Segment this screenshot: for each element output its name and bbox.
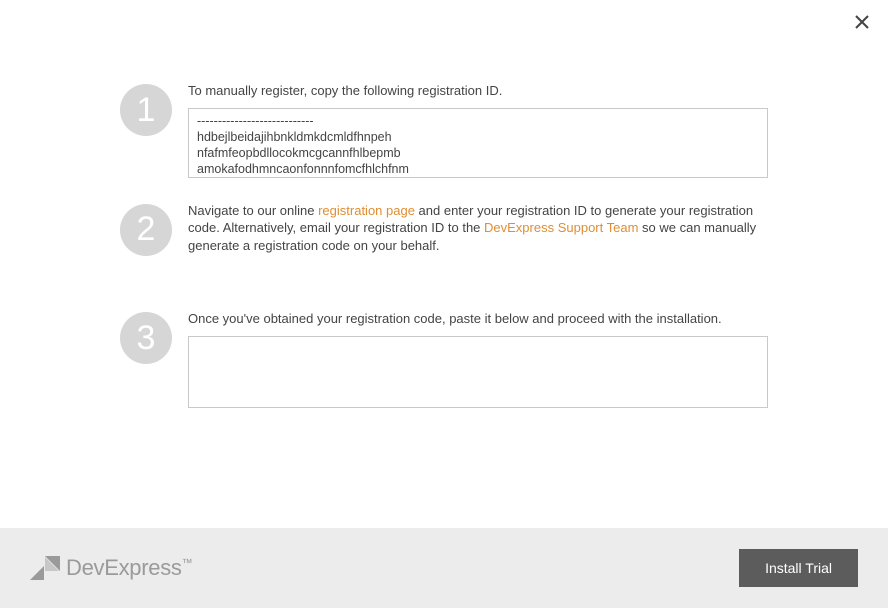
- step-3-label: Once you've obtained your registration c…: [188, 310, 768, 328]
- step-2-text-a: Navigate to our online: [188, 203, 318, 218]
- devexpress-logo: DevExpress™: [30, 555, 192, 581]
- footer: DevExpress™ Install Trial: [0, 528, 888, 608]
- reg-line: hdbejlbeidajihbnkldmkdcmldfhnpeh: [197, 129, 759, 145]
- step-3: 3 Once you've obtained your registration…: [120, 310, 768, 411]
- step-1-label: To manually register, copy the following…: [188, 82, 768, 100]
- step-3-badge: 3: [120, 312, 172, 364]
- logo-text: DevExpress: [66, 555, 182, 580]
- registration-id-box[interactable]: ---------------------------- hdbejlbeida…: [188, 108, 768, 178]
- registration-code-input[interactable]: [188, 336, 768, 408]
- support-team-link[interactable]: DevExpress Support Team: [484, 220, 638, 235]
- close-button[interactable]: [854, 14, 870, 30]
- step-2: 2 Navigate to our online registration pa…: [120, 202, 768, 263]
- step-1-badge: 1: [120, 84, 172, 136]
- logo-tm: ™: [182, 558, 193, 570]
- reg-line: ----------------------------: [197, 113, 759, 129]
- install-trial-button[interactable]: Install Trial: [739, 549, 858, 587]
- logo-icon: [30, 556, 60, 580]
- reg-line: amokafodhmncaonfonnnfomcfhlchfnm: [197, 161, 759, 177]
- step-1: 1 To manually register, copy the followi…: [120, 82, 768, 178]
- close-icon: [854, 14, 870, 30]
- reg-line: nfafmfeopbdllocokmcgcannfhlbepmb: [197, 145, 759, 161]
- step-2-label: Navigate to our online registration page…: [188, 202, 768, 255]
- registration-page-link[interactable]: registration page: [318, 203, 415, 218]
- step-2-badge: 2: [120, 204, 172, 256]
- registration-steps: 1 To manually register, copy the followi…: [0, 82, 888, 435]
